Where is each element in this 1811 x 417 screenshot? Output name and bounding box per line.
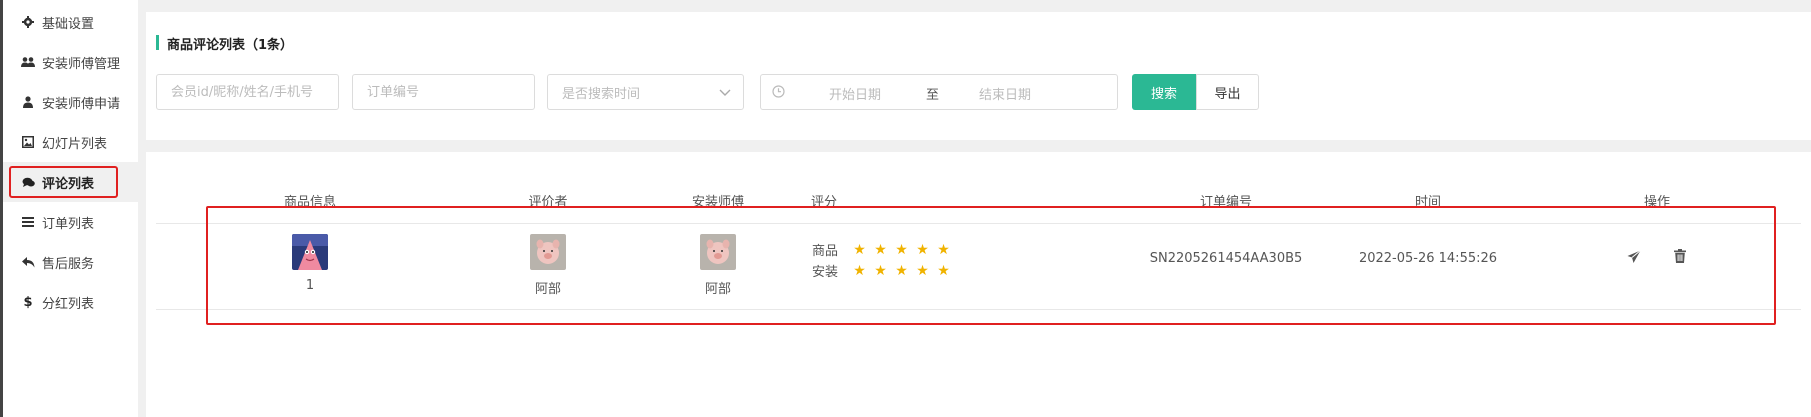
product-cell: 1 (292, 234, 328, 293)
header-divider (156, 223, 1801, 224)
sidebar-item-dividends[interactable]: $ 分红列表 (3, 282, 138, 322)
dollar-icon: $ (23, 294, 33, 310)
end-date-input[interactable]: 结束日期 (979, 84, 1031, 103)
star-icon: ★ (874, 241, 887, 258)
reviewer-avatar (530, 234, 566, 270)
time-search-select-value: 是否搜索时间 (562, 86, 641, 102)
column-header-product: 商品信息 (283, 195, 337, 210)
install-rating-label: 安装 (812, 265, 839, 280)
clock-icon (772, 85, 785, 102)
gear-icon (21, 15, 35, 29)
sidebar-item-label: 基础设置 (42, 16, 95, 32)
sidebar: 基础设置 安装师傅管理 安装师傅申请 幻灯片列表 评论列表 订单列表 售后服务 … (0, 0, 138, 417)
trash-icon[interactable] (1674, 249, 1686, 267)
image-icon (21, 135, 35, 149)
search-button[interactable]: 搜索 (1132, 74, 1196, 110)
product-rating-stars: ★ ★ ★ ★ ★ (849, 242, 954, 258)
list-icon (21, 215, 35, 229)
product-name: 1 (305, 278, 315, 293)
install-rating-stars: ★ ★ ★ ★ ★ (849, 263, 954, 279)
installer-cell: 阿部 (700, 234, 736, 297)
rating-cell: 商品 ★ ★ ★ ★ ★ 安装 ★ ★ ★ ★ ★ (812, 239, 954, 281)
date-range-separator: 至 (926, 88, 940, 103)
installer-name: 阿部 (704, 282, 731, 297)
column-header-reviewer: 评价者 (528, 195, 568, 210)
users-icon (21, 55, 35, 69)
product-rating: 商品 ★ ★ ★ ★ ★ (812, 239, 954, 260)
sidebar-item-after-sales[interactable]: 售后服务 (3, 242, 138, 282)
comments-table: 商品信息 评价者 安装师傅 评分 订单编号 时间 操作 1 阿部 阿部 商品 ★… (146, 152, 1811, 417)
sidebar-item-installer-application[interactable]: 安装师傅申请 (3, 82, 138, 122)
column-header-actions: 操作 (1643, 195, 1671, 210)
product-rating-label: 商品 (812, 244, 839, 259)
column-header-order-number: 订单编号 (1199, 195, 1253, 210)
member-search-input[interactable] (156, 74, 339, 110)
order-number: SN2205261454AA30B5 (1149, 251, 1303, 266)
time-search-select[interactable]: 是否搜索时间 (547, 74, 744, 110)
reviewer-name: 阿部 (534, 282, 561, 297)
column-header-rating: 评分 (810, 195, 838, 210)
star-icon: ★ (937, 241, 950, 258)
sidebar-item-label: 售后服务 (42, 256, 95, 272)
star-icon: ★ (874, 262, 887, 279)
star-icon: ★ (895, 262, 908, 279)
sidebar-item-slides[interactable]: 幻灯片列表 (3, 122, 138, 162)
sidebar-item-comments[interactable]: 评论列表 (3, 162, 138, 202)
install-rating: 安装 ★ ★ ★ ★ ★ (812, 260, 954, 281)
user-icon (21, 95, 35, 109)
page-title: 商品评论列表（1条） (156, 34, 293, 53)
star-icon: ★ (916, 262, 929, 279)
column-header-time: 时间 (1414, 195, 1442, 210)
installer-avatar (700, 234, 736, 270)
star-icon: ★ (853, 262, 866, 279)
sidebar-item-label: 安装师傅管理 (42, 56, 121, 72)
star-icon: ★ (916, 241, 929, 258)
sidebar-item-label: 订单列表 (42, 216, 95, 232)
sidebar-item-label: 分红列表 (42, 296, 95, 312)
export-button[interactable]: 导出 (1196, 74, 1259, 110)
sidebar-item-installer-management[interactable]: 安装师傅管理 (3, 42, 138, 82)
start-date-input[interactable]: 开始日期 (829, 84, 881, 103)
reviewer-cell: 阿部 (530, 234, 566, 297)
star-icon: ★ (895, 241, 908, 258)
sidebar-item-label: 安装师傅申请 (42, 96, 121, 112)
chevron-down-icon (719, 86, 731, 101)
star-icon: ★ (937, 262, 950, 279)
column-header-installer: 安装师傅 (691, 195, 745, 210)
date-range-picker[interactable]: 开始日期 至 结束日期 (760, 74, 1118, 110)
reply-icon (21, 255, 35, 269)
filter-panel: 商品评论列表（1条） 是否搜索时间 开始日期 至 结束日期 搜索 导出 (146, 12, 1811, 140)
review-time: 2022-05-26 14:55:26 (1358, 251, 1498, 266)
sidebar-item-basic-settings[interactable]: 基础设置 (3, 2, 138, 42)
row-divider (156, 309, 1801, 310)
product-thumbnail[interactable] (292, 234, 328, 270)
active-highlight-box (9, 166, 118, 198)
star-icon: ★ (853, 241, 866, 258)
sidebar-item-orders[interactable]: 订单列表 (3, 202, 138, 242)
sidebar-item-label: 幻灯片列表 (42, 136, 108, 152)
send-icon[interactable] (1627, 250, 1641, 268)
order-number-input[interactable] (352, 74, 535, 110)
